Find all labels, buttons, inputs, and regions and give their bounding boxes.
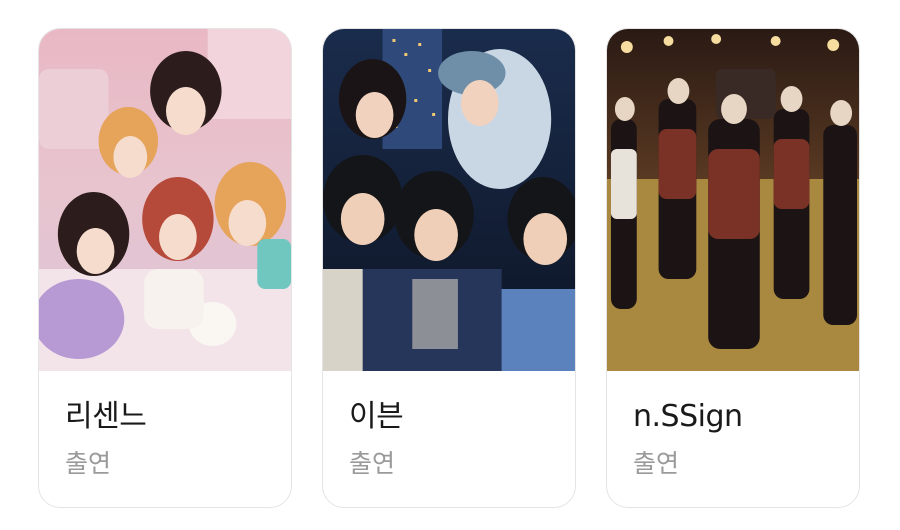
performer-role: 출연 — [349, 449, 396, 478]
group-photo-image — [607, 29, 859, 371]
performer-role: 출연 — [65, 449, 112, 478]
performer-role: 출연 — [633, 449, 680, 478]
performer-photo — [323, 29, 575, 371]
group-photo-image — [39, 29, 291, 371]
performer-name: 이븐 — [349, 399, 404, 434]
performer-card[interactable]: 리센느 출연 — [38, 28, 292, 508]
performer-photo — [39, 29, 291, 371]
performer-photo — [607, 29, 859, 371]
performer-name: 리센느 — [65, 399, 147, 434]
performer-card[interactable]: 이븐 출연 — [322, 28, 576, 508]
group-photo-image — [323, 29, 575, 371]
performer-name: n.SSign — [633, 399, 743, 434]
performer-card[interactable]: n.SSign 출연 — [606, 28, 860, 508]
